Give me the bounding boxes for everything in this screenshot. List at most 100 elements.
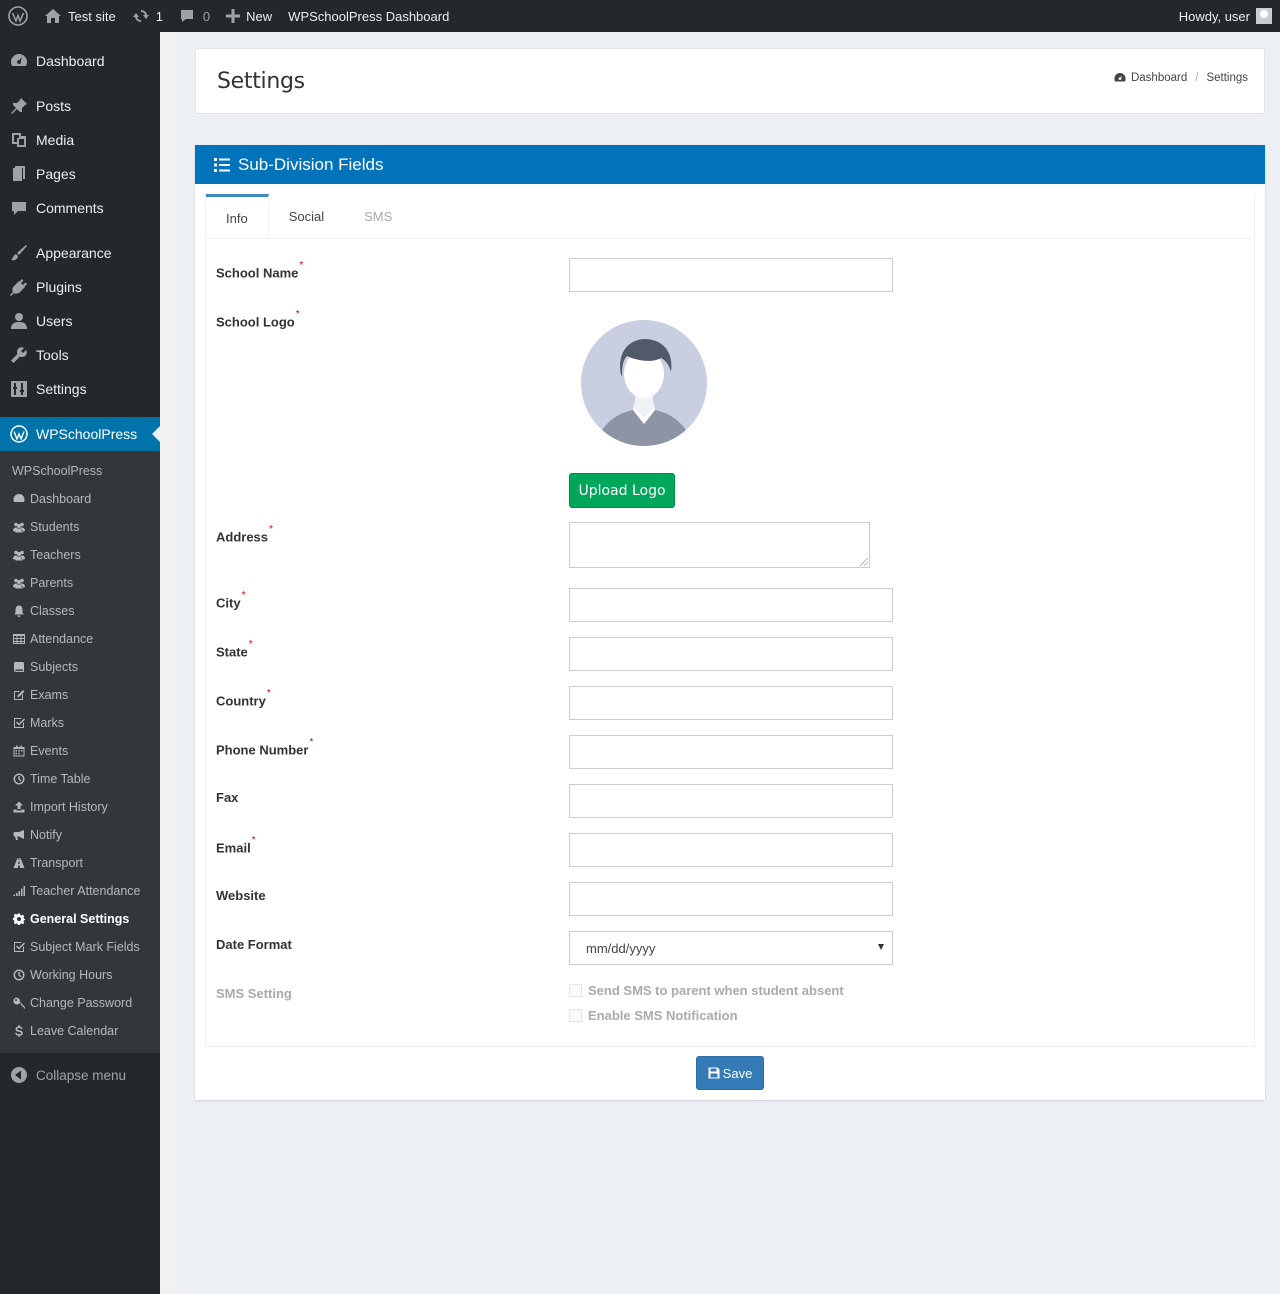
comments-count: 0 — [202, 8, 211, 24]
menu-item-media[interactable]: Media — [0, 123, 160, 157]
menu-label: Dashboard — [36, 53, 105, 69]
date-format-select[interactable]: mm/dd/yyyy — [569, 931, 893, 965]
wpschoolpress-dashboard-link[interactable]: WPSchoolPress Dashboard — [280, 0, 457, 32]
clock-icon — [12, 969, 26, 981]
comment-icon — [10, 199, 28, 217]
sms-absent-checkbox[interactable] — [569, 984, 582, 997]
gear-icon — [12, 913, 26, 925]
submenu-item-transport[interactable]: Transport — [0, 849, 160, 877]
menu-item-users[interactable]: Users — [0, 304, 160, 338]
collapse-menu-button[interactable]: Collapse menu — [0, 1057, 160, 1093]
settings-icon — [10, 380, 28, 398]
site-name-link[interactable]: Test site — [36, 0, 124, 32]
submenu-item-parents[interactable]: Parents — [0, 569, 160, 597]
menu-label: Media — [36, 132, 75, 148]
new-content-link[interactable]: New — [218, 0, 280, 32]
submenu-item-attendance[interactable]: Attendance — [0, 625, 160, 653]
tabs-container: Info Social SMS School Name* School Logo… — [205, 194, 1255, 1047]
site-name: Test site — [68, 8, 116, 24]
my-account-link[interactable]: Howdy, user — [1171, 0, 1280, 32]
phone-number-label: Phone Number* — [216, 737, 314, 758]
submenu-label: Subject Mark Fields — [30, 940, 140, 954]
email-label: Email* — [216, 835, 256, 856]
submenu-item-classes[interactable]: Classes — [0, 597, 160, 625]
sms-enable-checkbox[interactable] — [569, 1009, 582, 1022]
submenu-item-wpschoolpress[interactable]: WPSchoolPress — [0, 457, 160, 485]
tab-social[interactable]: Social — [269, 194, 344, 239]
submenu-label: Attendance — [30, 632, 94, 646]
submenu-item-teacher-attendance[interactable]: Teacher Attendance — [0, 877, 160, 905]
new-label: New — [246, 8, 273, 24]
submenu-label: Exams — [30, 688, 69, 702]
menu-item-pages[interactable]: Pages — [0, 157, 160, 191]
menu-item-settings[interactable]: Settings — [0, 372, 160, 406]
breadcrumb-current: Settings — [1206, 72, 1248, 84]
menu-item-comments[interactable]: Comments — [0, 191, 160, 225]
email-input[interactable] — [569, 833, 893, 867]
tab-info[interactable]: Info — [206, 194, 269, 239]
submenu-label: Time Table — [30, 772, 91, 786]
dashboard-icon — [1114, 72, 1131, 84]
wordpress-logo-icon[interactable] — [0, 0, 36, 32]
address-label: Address* — [216, 524, 273, 545]
wpschoolpress-submenu: WPSchoolPress Dashboard Students Teacher… — [0, 451, 160, 1053]
panel-title: Sub-Division Fields — [238, 154, 384, 174]
submenu-item-students[interactable]: Students — [0, 513, 160, 541]
menu-label: Pages — [36, 166, 76, 182]
clock-icon — [12, 773, 26, 785]
menu-label: Tools — [36, 347, 69, 363]
menu-item-appearance[interactable]: Appearance — [0, 236, 160, 270]
submenu-item-exams[interactable]: Exams — [0, 681, 160, 709]
submenu-item-leave-calendar[interactable]: Leave Calendar — [0, 1017, 160, 1045]
submenu-item-teachers[interactable]: Teachers — [0, 541, 160, 569]
main-content: Settings Dashboard / Settings Sub-Divisi… — [160, 32, 1280, 1294]
submenu-label: Working Hours — [30, 968, 113, 982]
website-input[interactable] — [569, 882, 893, 916]
upload-logo-button[interactable]: Upload Logo — [569, 473, 675, 508]
wordpress-icon — [10, 425, 28, 443]
menu-label: Appearance — [36, 245, 112, 261]
submenu-item-general-settings[interactable]: General Settings — [0, 905, 160, 933]
submenu-label: Teacher Attendance — [30, 884, 141, 898]
brush-icon — [10, 244, 28, 262]
breadcrumb-dashboard-link[interactable]: Dashboard — [1131, 72, 1187, 84]
submenu-item-time-table[interactable]: Time Table — [0, 765, 160, 793]
menu-item-plugins[interactable]: Plugins — [0, 270, 160, 304]
submenu-label: Change Password — [30, 996, 133, 1010]
submenu-item-events[interactable]: Events — [0, 737, 160, 765]
comments-link[interactable]: 0 — [171, 0, 218, 32]
sms-enable-option: Enable SMS Notification — [569, 1008, 738, 1023]
menu-item-dashboard[interactable]: Dashboard — [0, 44, 160, 78]
page-title: Settings — [217, 69, 305, 94]
menu-item-tools[interactable]: Tools — [0, 338, 160, 372]
country-input[interactable] — [569, 686, 893, 720]
state-label: State* — [216, 639, 253, 660]
menu-item-posts[interactable]: Posts — [0, 89, 160, 123]
save-button[interactable]: Save — [696, 1056, 764, 1090]
submenu-item-subject-mark-fields[interactable]: Subject Mark Fields — [0, 933, 160, 961]
required-mark: * — [295, 309, 300, 320]
phone-number-input[interactable] — [569, 735, 893, 769]
refresh-icon — [132, 8, 150, 24]
state-input[interactable] — [569, 637, 893, 671]
submenu-item-working-hours[interactable]: Working Hours — [0, 961, 160, 989]
menu-item-wpschoolpress[interactable]: WPSchoolPress — [0, 417, 160, 451]
submenu-label: Parents — [30, 576, 74, 590]
country-label: Country* — [216, 688, 271, 709]
fax-input[interactable] — [569, 784, 893, 818]
menu-label: Posts — [36, 98, 72, 114]
tab-sms[interactable]: SMS — [344, 194, 412, 239]
city-input[interactable] — [569, 588, 893, 622]
address-textarea[interactable] — [569, 522, 870, 568]
submenu-item-subjects[interactable]: Subjects — [0, 653, 160, 681]
updates-link[interactable]: 1 — [124, 0, 171, 32]
submenu-item-marks[interactable]: Marks — [0, 709, 160, 737]
school-name-input[interactable] — [569, 258, 893, 292]
sms-enable-label: Enable SMS Notification — [588, 1008, 738, 1023]
submenu-item-notify[interactable]: Notify — [0, 821, 160, 849]
submenu-item-import-history[interactable]: Import History — [0, 793, 160, 821]
submenu-item-dashboard[interactable]: Dashboard — [0, 485, 160, 513]
updates-count: 1 — [155, 8, 163, 24]
edit-icon — [12, 689, 26, 701]
submenu-item-change-password[interactable]: Change Password — [0, 989, 160, 1017]
